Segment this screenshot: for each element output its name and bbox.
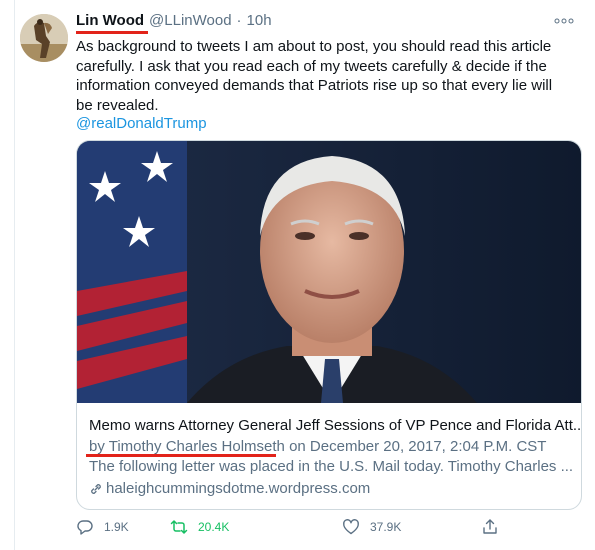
more-dots-icon[interactable] <box>553 14 575 28</box>
share-icon <box>483 519 497 534</box>
author-name-text: Lin Wood <box>76 12 145 29</box>
card-image <box>77 141 581 403</box>
avatar[interactable] <box>20 14 68 62</box>
mention-link[interactable]: @realDonaldTrump <box>76 115 207 132</box>
separator-dot: · <box>236 12 242 29</box>
tweet-text: As background to tweets I am about to po… <box>76 38 553 114</box>
retweet-count: 20.4K <box>198 520 230 534</box>
reply-button[interactable]: 1.9K <box>76 518 129 536</box>
like-button[interactable]: 37.9K <box>342 518 401 536</box>
annotation-underline-byline <box>86 454 276 457</box>
reply-count: 1.9K <box>104 520 129 534</box>
card-domain-text: haleighcummingsdotme.wordpress.com <box>106 480 371 497</box>
link-icon <box>91 483 101 494</box>
retweet-button[interactable]: 20.4K <box>170 518 229 536</box>
tweet-actions: 1.9K 20.4K 37.9K <box>76 518 576 540</box>
author-handle[interactable]: @LLinWood <box>149 12 232 29</box>
avatar-image <box>20 14 68 62</box>
thread-rule <box>14 0 15 550</box>
card-domain: haleighcummingsdotme.wordpress.com <box>89 480 370 497</box>
author-name[interactable]: Lin Wood <box>76 12 149 34</box>
tweet-header: Lin Wood @LLinWood · 10h <box>76 12 575 34</box>
annotation-underline <box>76 31 149 34</box>
like-count: 37.9K <box>370 520 402 534</box>
share-button[interactable] <box>481 518 509 536</box>
card-byline: by Timothy Charles Holmseth <box>89 438 285 455</box>
retweet-icon <box>170 520 188 534</box>
timestamp[interactable]: 10h <box>247 12 272 29</box>
card-title: Memo warns Attorney General Jeff Session… <box>89 417 582 434</box>
link-card[interactable]: Memo warns Attorney General Jeff Session… <box>76 140 582 510</box>
reply-icon <box>77 520 93 535</box>
heart-icon <box>343 519 359 535</box>
